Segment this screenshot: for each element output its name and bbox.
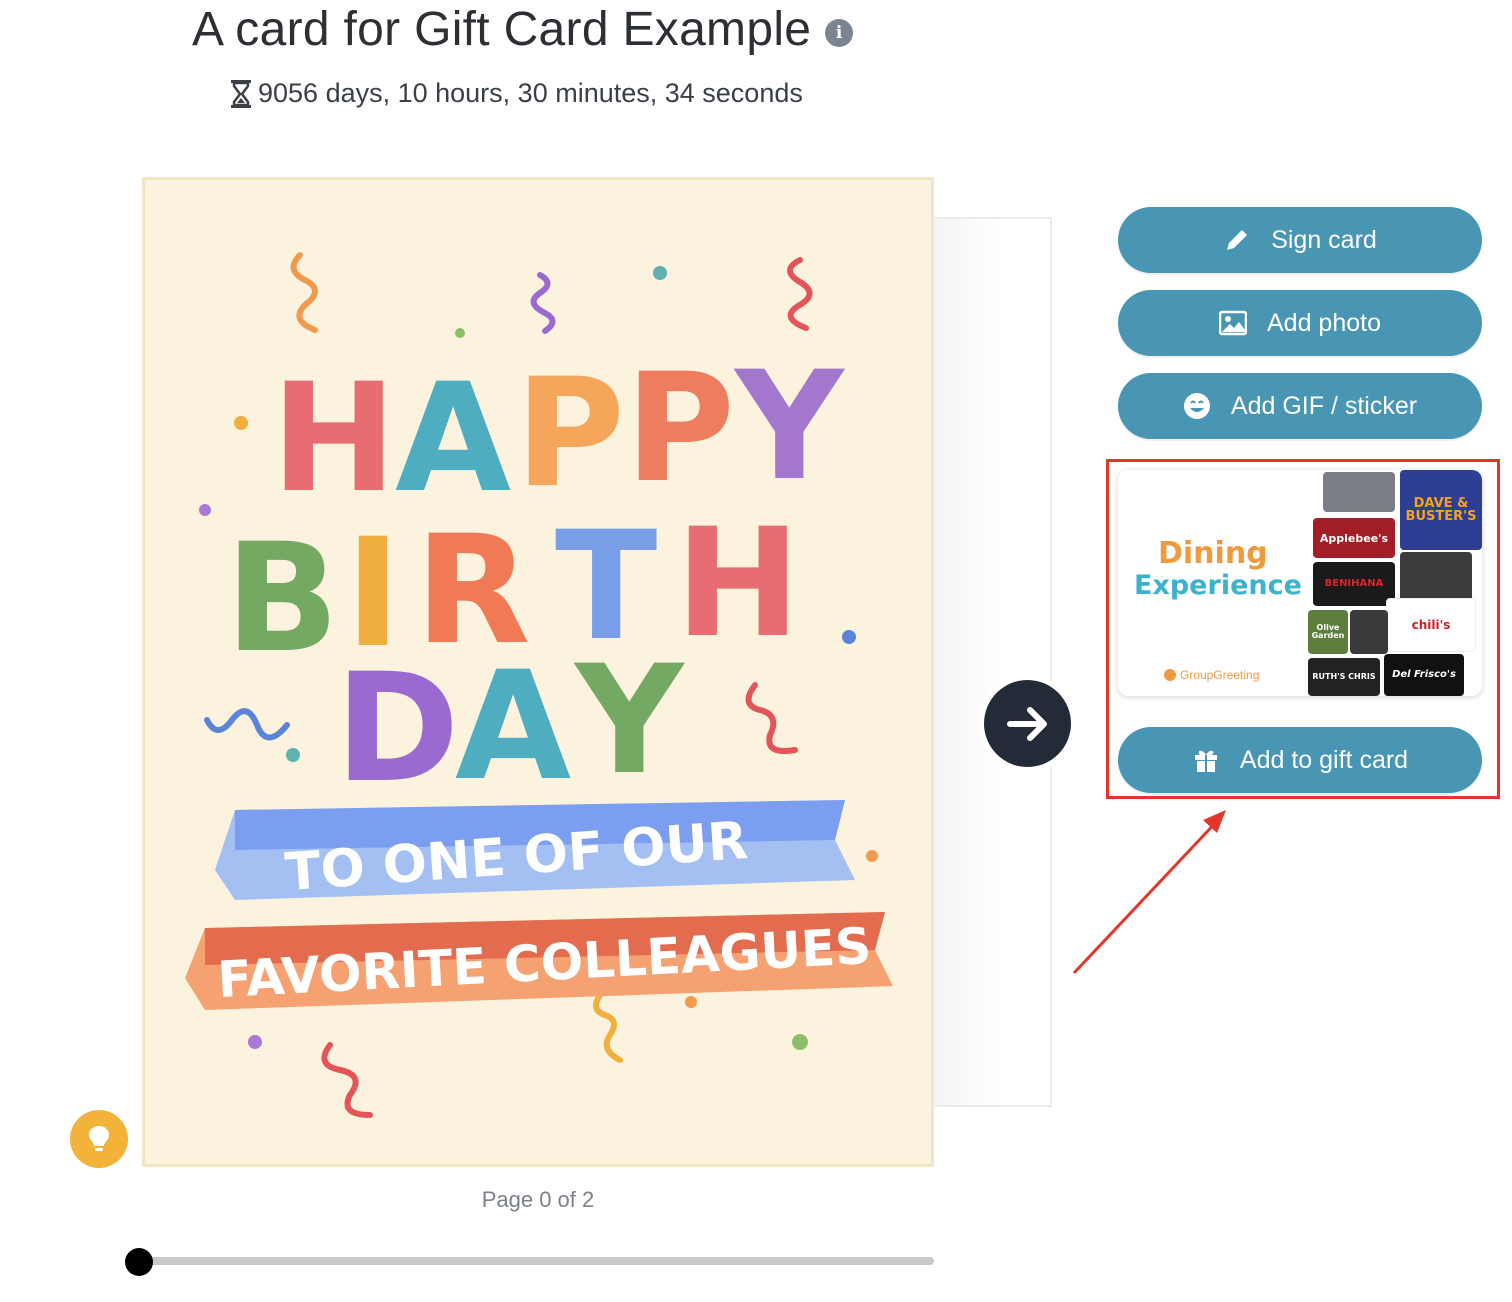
image-icon bbox=[1219, 309, 1247, 337]
gift-card-applebees: Applebee's bbox=[1313, 518, 1395, 558]
groupgreeting-logo-icon bbox=[1164, 669, 1176, 681]
arrow-right-icon bbox=[1006, 706, 1047, 741]
pencil-icon bbox=[1223, 226, 1251, 254]
add-photo-button[interactable]: Add photo bbox=[1118, 290, 1482, 356]
card-cover: H A P P Y B I R T H D A Y TO ONE OF OUR … bbox=[142, 177, 934, 1167]
letter-y2: Y bbox=[573, 634, 686, 808]
letter-b: B bbox=[225, 512, 339, 686]
page-title: A card for Gift Card Example i bbox=[192, 2, 854, 57]
gift-card-chilis: chili's bbox=[1386, 598, 1476, 652]
smile-icon bbox=[1183, 392, 1211, 420]
annotation-arrow bbox=[1072, 810, 1226, 975]
page-slider-track[interactable] bbox=[140, 1257, 934, 1265]
gift-card-tile bbox=[1323, 472, 1395, 512]
gift-card-tile bbox=[1400, 552, 1472, 602]
add-photo-label: Add photo bbox=[1267, 308, 1381, 337]
next-page-button[interactable] bbox=[984, 680, 1071, 767]
letter-h2: H bbox=[675, 497, 801, 671]
sign-card-button[interactable]: Sign card bbox=[1118, 207, 1482, 273]
letter-p1: P bbox=[515, 347, 625, 521]
countdown: 9056 days, 10 hours, 30 minutes, 34 seco… bbox=[230, 78, 803, 109]
countdown-text: 9056 days, 10 hours, 30 minutes, 34 seco… bbox=[258, 78, 803, 108]
page-indicator: Page 0 of 2 bbox=[481, 1187, 595, 1212]
info-icon[interactable]: i bbox=[825, 18, 854, 47]
sign-card-label: Sign card bbox=[1271, 225, 1377, 254]
letter-a2: A bbox=[455, 640, 571, 814]
letter-h1: H bbox=[271, 352, 397, 526]
gift-title-line2: Experience bbox=[1134, 570, 1302, 601]
hourglass-icon bbox=[231, 79, 251, 108]
card-back-page bbox=[930, 217, 1052, 1107]
day-letters: D A Y bbox=[335, 634, 686, 816]
page-title-text: A card for Gift Card Example bbox=[192, 3, 812, 56]
gift-card-ruths: RUTH'S CHRIS bbox=[1308, 658, 1380, 696]
lightbulb-icon bbox=[89, 1126, 109, 1151]
add-gif-sticker-button[interactable]: Add GIF / sticker bbox=[1118, 373, 1482, 439]
add-to-gift-card-button[interactable]: Add to gift card bbox=[1118, 727, 1482, 793]
gift-card-dave: DAVE & BUSTER'S bbox=[1400, 470, 1482, 550]
gift-icon bbox=[1192, 746, 1220, 774]
letter-a1: A bbox=[395, 352, 511, 526]
gift-brand-label: GroupGreeting bbox=[1180, 668, 1260, 682]
gift-card-delfriscos: Del Frisco's bbox=[1384, 654, 1464, 696]
gift-title-line1: Dining bbox=[1158, 536, 1268, 571]
letter-y1: Y bbox=[733, 340, 846, 514]
birthday-artwork: H A P P Y B I R T H D A Y TO ONE OF OUR … bbox=[185, 252, 893, 1118]
add-gif-sticker-label: Add GIF / sticker bbox=[1230, 391, 1418, 420]
tips-button[interactable] bbox=[70, 1110, 128, 1168]
add-to-gift-card-label: Add to gift card bbox=[1239, 745, 1409, 774]
letter-d: D bbox=[335, 642, 460, 816]
page-slider-thumb[interactable] bbox=[125, 1248, 153, 1276]
gift-card-olive: Olive Garden bbox=[1308, 610, 1348, 654]
gift-card-preview[interactable]: Dining Experience GroupGreeting DAVE & B… bbox=[1118, 470, 1482, 696]
gift-card-tile bbox=[1350, 610, 1388, 654]
gift-brand: GroupGreeting bbox=[1164, 668, 1259, 682]
letter-p2: P bbox=[625, 342, 735, 516]
gift-card-benihana: BENIHANA bbox=[1313, 562, 1395, 606]
